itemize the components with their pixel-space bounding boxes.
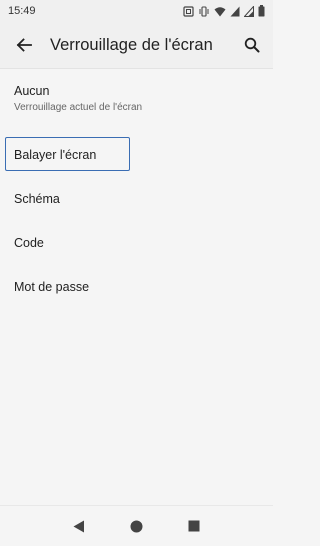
option-aucun[interactable]: Aucun Verrouillage actuel de l'écran xyxy=(0,69,273,133)
back-triangle-icon xyxy=(73,520,84,532)
option-schema[interactable]: Schéma xyxy=(0,177,273,221)
signal-icon xyxy=(244,5,254,17)
arrow-back-icon xyxy=(16,38,32,52)
lock-options-list: Aucun Verrouillage actuel de l'écran Bal… xyxy=(0,69,273,309)
status-icons xyxy=(183,5,265,17)
status-bar: 15:49 xyxy=(0,0,273,22)
navigation-bar xyxy=(0,505,273,546)
option-balayer[interactable]: Balayer l'écran xyxy=(0,133,273,177)
recents-square-icon xyxy=(188,520,200,532)
option-code-label: Code xyxy=(14,236,44,250)
page-title: Verrouillage de l'écran xyxy=(50,35,213,54)
option-mot-de-passe-label: Mot de passe xyxy=(14,280,90,294)
nav-home-button[interactable] xyxy=(126,516,146,536)
signal-icon xyxy=(230,6,240,16)
nav-back-button[interactable] xyxy=(69,516,89,536)
search-icon xyxy=(244,37,260,53)
back-button[interactable] xyxy=(12,33,36,57)
vibrate-icon xyxy=(199,5,209,17)
wifi-icon xyxy=(214,6,226,16)
option-schema-label: Schéma xyxy=(14,192,60,206)
option-aucun-summary: Verrouillage actuel de l'écran xyxy=(14,102,143,113)
option-balayer-label: Balayer l'écran xyxy=(14,148,97,162)
nav-recents-button[interactable] xyxy=(184,516,204,536)
app-bar: Verrouillage de l'écran xyxy=(0,22,273,68)
battery-icon xyxy=(258,5,265,17)
option-code[interactable]: Code xyxy=(0,221,273,265)
search-button[interactable] xyxy=(240,33,264,57)
status-time: 15:49 xyxy=(8,5,36,17)
option-mot-de-passe[interactable]: Mot de passe xyxy=(0,265,273,309)
home-circle-icon xyxy=(130,520,143,532)
option-aucun-label: Aucun xyxy=(14,84,50,98)
nfc-icon xyxy=(183,5,194,17)
